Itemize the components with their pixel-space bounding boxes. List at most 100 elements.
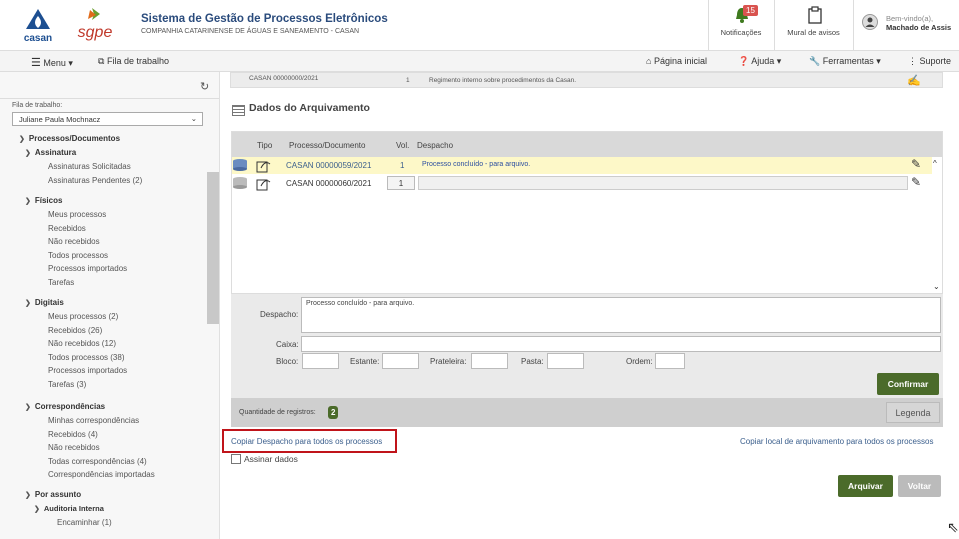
ajuda-label: Ajuda bbox=[751, 56, 775, 66]
mural-button[interactable]: Mural de avisos bbox=[774, 0, 851, 50]
ferramentas-menu[interactable]: 🔧 Ferramentas ▾ bbox=[809, 56, 881, 67]
tree-item-c-nao-recebidos[interactable]: Não recebidos bbox=[48, 443, 100, 452]
sgpe-logo[interactable]: sgpe bbox=[72, 6, 118, 42]
notifications-button[interactable]: 15 Notificações bbox=[708, 0, 772, 50]
chevron-down-icon: ❯ bbox=[34, 506, 40, 513]
ordem-input[interactable] bbox=[655, 353, 685, 369]
clipboard-icon bbox=[808, 6, 822, 24]
sgpe-logo-text: sgpe bbox=[78, 24, 113, 41]
prateleira-input[interactable] bbox=[471, 353, 508, 369]
chevron-down-icon: ❯ bbox=[25, 404, 31, 411]
tree-fisicos-label: Físicos bbox=[34, 196, 63, 205]
tree-item-d-recebidos[interactable]: Recebidos (26) bbox=[48, 326, 102, 335]
tree-item-f-nao-recebidos[interactable]: Não recebidos bbox=[48, 237, 100, 246]
table-row[interactable]: CASAN 00000060/2021 1 ✎ bbox=[232, 175, 932, 192]
user-menu[interactable]: Bem-vindo(a), Machado de Assis bbox=[853, 0, 959, 50]
scroll-down-icon[interactable]: ⌄ bbox=[933, 282, 940, 291]
tree-item-c-minhas[interactable]: Minhas correspondências bbox=[48, 416, 139, 425]
edit-icon[interactable]: ✎ bbox=[911, 157, 921, 171]
row-vol-input[interactable]: 1 bbox=[387, 176, 415, 190]
ferramentas-label: Ferramentas bbox=[822, 56, 874, 66]
tree-item-d-nao-recebidos[interactable]: Não recebidos (12) bbox=[48, 339, 116, 348]
tree-auditoria[interactable]: ❯ Auditoria Interna bbox=[34, 504, 104, 513]
tree-item-c-todas[interactable]: Todas correspondências (4) bbox=[48, 457, 147, 466]
ajuda-menu[interactable]: ❓ Ajuda ▾ bbox=[738, 56, 781, 67]
tree-fisicos[interactable]: ❯ Físicos bbox=[25, 196, 62, 205]
tree-item-d-importados[interactable]: Processos importados bbox=[48, 366, 127, 375]
scroll-up-icon[interactable]: ^ bbox=[933, 159, 937, 168]
tree-por-assunto[interactable]: ❯ Por assunto bbox=[25, 490, 81, 499]
notifications-badge: 15 bbox=[743, 5, 758, 16]
user-name: Machado de Assis bbox=[886, 23, 952, 32]
despacho-textarea[interactable]: Processo concluído - para arquivo. bbox=[301, 297, 941, 333]
app-subtitle: COMPANHIA CATARINENSE DE ÁGUAS E SANEAME… bbox=[141, 28, 360, 35]
tree-item-f-recebidos[interactable]: Recebidos bbox=[48, 224, 86, 233]
menu-button[interactable]: ☰ Menu ▾ bbox=[31, 56, 73, 69]
notifications-label: Notificações bbox=[720, 28, 762, 37]
assinar-checkbox[interactable] bbox=[231, 454, 241, 464]
row-despacho-input[interactable] bbox=[418, 176, 908, 190]
row-processo[interactable]: CASAN 00000059/2021 bbox=[286, 161, 371, 170]
previous-row-vol: 1 bbox=[406, 77, 410, 84]
tree-processos-documentos[interactable]: ❯ Processos/Documentos bbox=[19, 134, 120, 143]
caixa-input[interactable] bbox=[301, 336, 941, 352]
pasta-input[interactable] bbox=[547, 353, 584, 369]
sidebar: ↻ Fila de trabalho: Juliane Paula Mochna… bbox=[0, 72, 220, 539]
voltar-button[interactable]: Voltar bbox=[898, 475, 941, 497]
tree-assinatura-label: Assinatura bbox=[34, 148, 77, 157]
pagina-inicial-link[interactable]: ⌂ Página inicial bbox=[646, 56, 707, 66]
fila-trabalho-select[interactable]: Juliane Paula Mochnacz ⌄ bbox=[12, 112, 203, 126]
ordem-label: Ordem: bbox=[626, 357, 653, 366]
hamburger-icon: ☰ bbox=[31, 57, 41, 69]
casan-logo[interactable]: casan bbox=[20, 7, 56, 45]
user-avatar-icon bbox=[862, 14, 878, 30]
help-icon: ❓ bbox=[738, 56, 750, 66]
pagina-inicial-label: Página inicial bbox=[653, 56, 707, 66]
row-processo[interactable]: CASAN 00000060/2021 bbox=[286, 179, 371, 188]
tree-item-f-importados[interactable]: Processos importados bbox=[48, 264, 127, 273]
menu-label: Menu bbox=[43, 58, 66, 68]
tree-item-encaminhar[interactable]: Encaminhar (1) bbox=[57, 518, 112, 527]
copiar-local-link[interactable]: Copiar local de arquivamento para todos … bbox=[740, 437, 933, 446]
chevron-down-icon: ❯ bbox=[19, 136, 25, 143]
table-row[interactable]: CASAN 00000059/2021 1 Processo concluído… bbox=[232, 157, 932, 174]
tree-assinatura[interactable]: ❯ Assinatura bbox=[25, 148, 76, 157]
wrench-icon: 🔧 bbox=[809, 56, 821, 66]
tree-item-d-meus[interactable]: Meus processos (2) bbox=[48, 312, 118, 321]
tree-item-f-todos[interactable]: Todos processos bbox=[48, 251, 108, 260]
mouse-cursor-icon: ⇖ bbox=[947, 519, 959, 535]
database-icon bbox=[232, 176, 248, 192]
arquivar-button[interactable]: Arquivar bbox=[838, 475, 893, 497]
estante-input[interactable] bbox=[382, 353, 419, 369]
legenda-button[interactable]: Legenda bbox=[886, 402, 940, 423]
tree-item-d-todos[interactable]: Todos processos (38) bbox=[48, 353, 124, 362]
grid-header: Tipo Processo/Documento Vol. Despacho bbox=[232, 132, 942, 157]
tree-correspondencias[interactable]: ❯ Correspondências bbox=[25, 402, 105, 411]
tree-item-assinaturas-solicitadas[interactable]: Assinaturas Solicitadas bbox=[48, 162, 131, 171]
row-despacho: Processo concluído - para arquivo. bbox=[422, 161, 531, 168]
fila-trabalho-link[interactable]: ⧉ Fila de trabalho bbox=[98, 56, 169, 67]
tree-digitais[interactable]: ❯ Digitais bbox=[25, 298, 64, 307]
fila-trabalho-value: Juliane Paula Mochnacz bbox=[19, 115, 101, 124]
chevron-down-icon: ❯ bbox=[25, 300, 31, 307]
tree-item-d-tarefas[interactable]: Tarefas (3) bbox=[48, 380, 86, 389]
quantidade-label: Quantidade de registros: bbox=[239, 409, 316, 416]
tree-item-c-importadas[interactable]: Correspondências importadas bbox=[48, 470, 155, 479]
sidebar-scrollbar[interactable] bbox=[207, 172, 219, 324]
edit-icon[interactable]: ✎ bbox=[911, 175, 921, 189]
tree-item-f-meus[interactable]: Meus processos bbox=[48, 210, 106, 219]
tree-item-c-recebidos[interactable]: Recebidos (4) bbox=[48, 430, 98, 439]
suporte-menu[interactable]: ⋮ Suporte bbox=[908, 56, 951, 67]
tree-auditoria-label: Auditoria Interna bbox=[43, 504, 104, 513]
welcome-text: Bem-vindo(a), bbox=[886, 14, 934, 23]
despacho-label: Despacho: bbox=[260, 310, 299, 319]
list-icon bbox=[232, 105, 245, 116]
refresh-icon[interactable]: ↻ bbox=[200, 80, 209, 93]
signature-icon[interactable]: ✍ bbox=[907, 74, 921, 87]
quantidade-badge: 2 bbox=[328, 406, 339, 419]
confirmar-button[interactable]: Confirmar bbox=[877, 373, 939, 395]
previous-row: CASAN 00000000/2021 1 Regimento interno … bbox=[230, 72, 943, 88]
tree-item-f-tarefas[interactable]: Tarefas bbox=[48, 278, 74, 287]
bloco-input[interactable] bbox=[302, 353, 339, 369]
tree-item-assinaturas-pendentes[interactable]: Assinaturas Pendentes (2) bbox=[48, 176, 142, 185]
